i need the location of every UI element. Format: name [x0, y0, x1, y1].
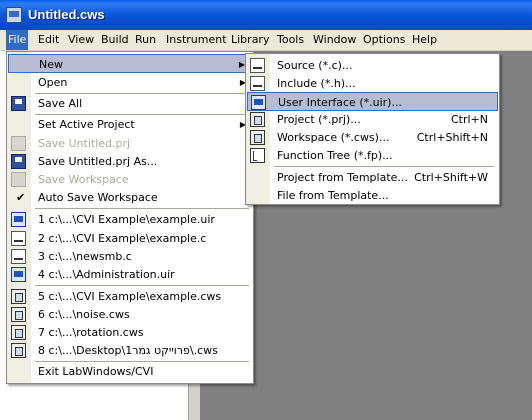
menu-item-save-all[interactable]: Save All	[8, 94, 252, 113]
menu-edit[interactable]: Edit	[36, 30, 61, 50]
new-source-file[interactable]: Source (*.c)...	[247, 56, 498, 75]
shortcut-label: Ctrl+Shift+N	[416, 131, 488, 144]
menu-options[interactable]: Options	[361, 30, 407, 50]
menu-run[interactable]: Run	[133, 30, 158, 50]
save-icon	[11, 136, 26, 151]
menu-item-set-active-project[interactable]: Set Active Project ▶	[8, 115, 252, 134]
workspace-file-icon	[11, 325, 26, 340]
menu-file[interactable]: File	[6, 30, 29, 50]
menu-instrument[interactable]: Instrument	[164, 30, 229, 50]
menu-window[interactable]: Window	[311, 30, 358, 50]
new-function-tree[interactable]: Function Tree (*.fp)...	[247, 146, 498, 165]
recent-workspace-6[interactable]: 6 c:\...\noise.cws	[8, 305, 252, 324]
checkmark-icon: ✔	[16, 191, 26, 204]
workspace-file-icon	[11, 307, 26, 322]
project-file-icon	[250, 112, 265, 127]
workspace-file-icon	[250, 130, 265, 145]
new-workspace[interactable]: Workspace (*.cws)... Ctrl+Shift+N	[247, 128, 498, 147]
menu-bar: File Edit View Build Run Instrument Libr…	[0, 30, 532, 51]
menu-item-new[interactable]: New ▶	[8, 54, 252, 73]
recent-file-4[interactable]: 4 c:\...\Administration.uir	[8, 265, 252, 284]
new-submenu: Source (*.c)... Include (*.h)... User In…	[245, 53, 500, 205]
title-bar: Untitled.cws	[0, 0, 532, 30]
menu-item-open[interactable]: Open ▶	[8, 73, 252, 92]
new-file-from-template[interactable]: File from Template...	[247, 186, 498, 205]
app-icon[interactable]	[6, 7, 22, 23]
menu-build[interactable]: Build	[99, 30, 131, 50]
menu-help[interactable]: Help	[410, 30, 439, 50]
recent-workspace-5[interactable]: 5 c:\...\CVI Example\example.cws	[8, 287, 252, 306]
uir-file-icon	[11, 212, 26, 227]
new-project[interactable]: Project (*.prj)... Ctrl+N	[247, 110, 498, 129]
uir-file-icon	[251, 95, 266, 110]
h-file-icon	[250, 76, 265, 91]
menu-item-save-project: Save Untitled.prj	[8, 134, 252, 153]
shortcut-label: Ctrl+N	[450, 113, 488, 126]
recent-file-3[interactable]: 3 c:\...\newsmb.c	[8, 247, 252, 266]
menu-library[interactable]: Library	[229, 30, 271, 50]
save-workspace-icon	[11, 172, 26, 187]
menu-item-auto-save-workspace[interactable]: ✔ Auto Save Workspace	[8, 188, 252, 207]
menu-tools[interactable]: Tools	[275, 30, 306, 50]
menu-item-exit[interactable]: Exit LabWindows/CVI	[8, 362, 252, 381]
save-all-icon	[11, 96, 26, 111]
function-tree-icon	[250, 148, 265, 163]
workspace-file-icon	[11, 289, 26, 304]
recent-workspace-8[interactable]: 8 c:\...\Desktop\פרוייקט גמר1\.cws	[8, 341, 252, 360]
file-menu: New ▶ Open ▶ Save All Set Active Project…	[6, 51, 254, 384]
new-include-file[interactable]: Include (*.h)...	[247, 74, 498, 93]
recent-workspace-7[interactable]: 7 c:\...\rotation.cws	[8, 323, 252, 342]
menu-item-save-project-as[interactable]: Save Untitled.prj As...	[8, 152, 252, 171]
menu-item-save-workspace: Save Workspace	[8, 170, 252, 189]
shortcut-label: Ctrl+Shift+W	[414, 171, 488, 184]
uir-file-icon	[11, 267, 26, 282]
c-file-icon	[11, 249, 26, 264]
c-file-icon	[11, 231, 26, 246]
workspace-file-icon	[11, 343, 26, 358]
c-file-icon	[250, 58, 265, 73]
recent-file-2[interactable]: 2 c:\...\CVI Example\example.c	[8, 229, 252, 248]
save-as-icon	[11, 154, 26, 169]
recent-file-1[interactable]: 1 c:\...\CVI Example\example.uir	[8, 210, 252, 229]
new-user-interface[interactable]: User Interface (*.uir)...	[247, 92, 498, 111]
menu-view[interactable]: View	[66, 30, 96, 50]
window-title: Untitled.cws	[28, 7, 105, 22]
new-project-from-template[interactable]: Project from Template... Ctrl+Shift+W	[247, 168, 498, 187]
